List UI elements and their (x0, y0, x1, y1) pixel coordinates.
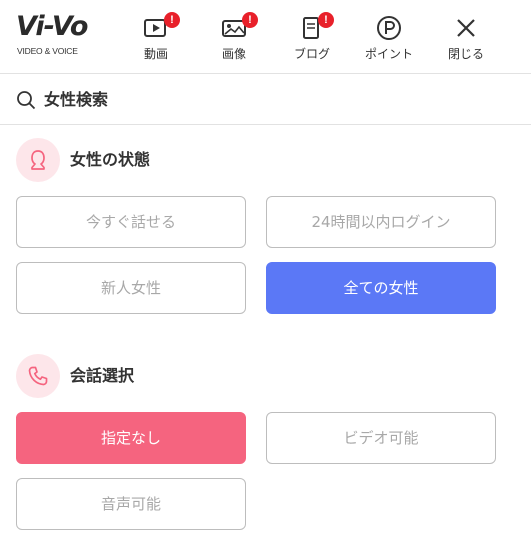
nav-video-label: 動画 (143, 47, 168, 61)
search-icon (17, 91, 36, 110)
phone-icon (28, 366, 48, 386)
option-new-female[interactable]: 新人女性 (16, 262, 246, 314)
page-title: 女性検索 (44, 90, 109, 109)
section-female-status: 女性の状態 (16, 138, 496, 182)
section-call-type: 会話選択 (16, 354, 496, 398)
logo-tagline: VIDEO & VOICE (17, 46, 78, 56)
nav-image[interactable]: ! 画像 (202, 10, 266, 66)
option-available-now[interactable]: 今すぐ話せる (16, 196, 246, 248)
option-video-available[interactable]: ビデオ可能 (266, 412, 496, 464)
image-notification-badge: ! (242, 12, 258, 28)
section-call-type-title: 会話選択 (70, 366, 135, 385)
option-no-preference[interactable]: 指定なし (16, 412, 246, 464)
nav-blog[interactable]: ! ブログ (280, 10, 344, 66)
nav-point-label: ポイント (364, 47, 413, 61)
nav-blog-label: ブログ (293, 47, 330, 61)
option-all-female[interactable]: 全ての女性 (266, 262, 496, 314)
video-notification-badge: ! (164, 12, 180, 28)
nav-image-label: 画像 (221, 47, 246, 61)
point-icon (377, 16, 401, 40)
logo-wordmark: Vi-Vo (16, 11, 88, 42)
female-icon (31, 150, 45, 170)
phone-icon-circle (16, 354, 60, 398)
option-voice-available[interactable]: 音声可能 (16, 478, 246, 530)
vivo-logo[interactable]: Vi-Vo VIDEO & VOICE (16, 12, 98, 60)
nav-video[interactable]: ! 動画 (124, 10, 188, 66)
nav-point[interactable]: ポイント (357, 10, 421, 66)
nav-close-label: 閉じる (447, 47, 484, 61)
header-bar: Vi-Vo VIDEO & VOICE ! 動画 ! 画像 ! ブログ ポイント… (0, 0, 531, 74)
option-login-24h[interactable]: 24時間以内ログイン (266, 196, 496, 248)
close-icon (457, 19, 475, 37)
blog-notification-badge: ! (318, 12, 334, 28)
nav-close[interactable]: 閉じる (434, 10, 498, 66)
female-icon-circle (16, 138, 60, 182)
section-female-status-title: 女性の状態 (70, 150, 151, 169)
search-title-bar: 女性検索 (0, 75, 531, 125)
